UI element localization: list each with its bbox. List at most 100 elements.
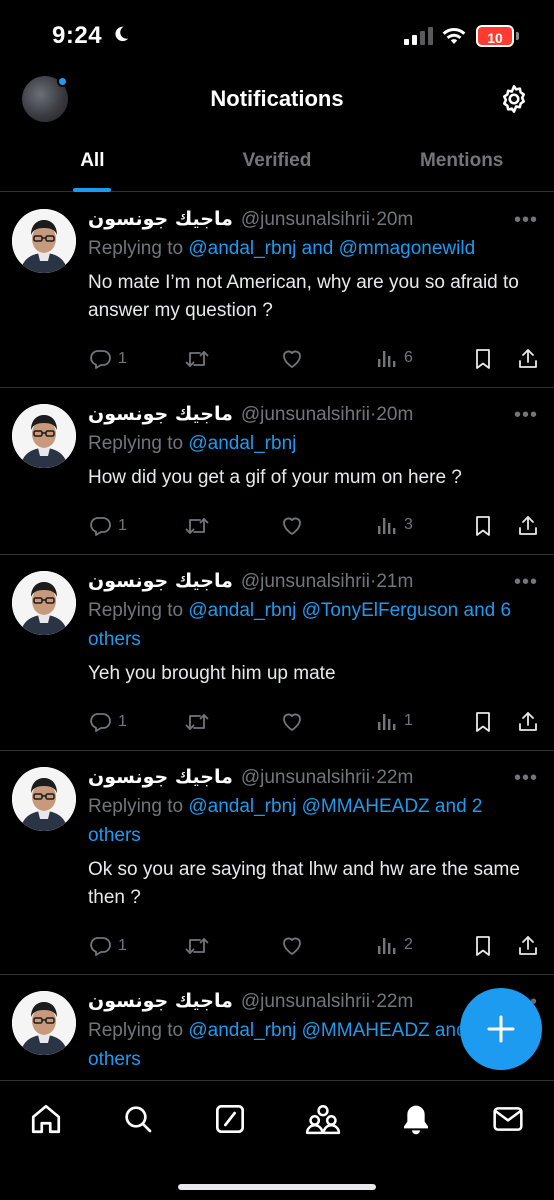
bookmark-button[interactable] xyxy=(472,934,494,958)
retweet-icon xyxy=(185,518,209,534)
nav-communities[interactable] xyxy=(303,1099,343,1139)
share-button[interactable] xyxy=(516,710,540,734)
views-icon xyxy=(378,351,396,367)
timestamp: 22m xyxy=(376,991,414,1012)
tab-verified-label: Verified xyxy=(242,150,312,171)
avatar[interactable] xyxy=(12,404,76,468)
communities-icon xyxy=(305,1105,341,1135)
retweet-icon xyxy=(185,714,209,730)
nav-messages[interactable] xyxy=(488,1099,528,1139)
moon-icon xyxy=(115,26,129,42)
mention-links[interactable]: @andal_rbnj and @mmagonewild xyxy=(188,238,475,259)
like-button[interactable] xyxy=(280,514,310,538)
reply-icon xyxy=(90,517,111,536)
reply-icon xyxy=(90,350,111,369)
retweet-button[interactable] xyxy=(184,710,216,734)
more-options-icon[interactable]: ••• xyxy=(514,404,538,427)
user-handle[interactable]: @junsunalsihrii xyxy=(241,208,370,232)
bookmark-icon xyxy=(476,349,490,369)
display-name[interactable]: ماجيك جونسون xyxy=(88,765,233,789)
status-bar: 9:24 10 xyxy=(0,0,554,72)
more-options-icon[interactable]: ••• xyxy=(514,767,538,790)
reply-count: 1 xyxy=(118,713,127,730)
like-button[interactable] xyxy=(280,934,310,958)
timestamp: 20m xyxy=(376,209,414,230)
battery-indicator: 10 xyxy=(476,25,514,47)
views-button[interactable]: 3 xyxy=(376,514,413,536)
profile-photo xyxy=(12,404,76,468)
retweet-button[interactable] xyxy=(184,514,216,538)
user-handle[interactable]: @junsunalsihrii xyxy=(241,403,370,427)
nav-search[interactable] xyxy=(118,1099,158,1139)
tweet[interactable]: ماجيك جونسون @junsunalsihrii · 20m ••• R… xyxy=(0,193,554,388)
view-count: 6 xyxy=(404,349,413,366)
display-name[interactable]: ماجيك جونسون xyxy=(88,207,233,231)
reply-button[interactable]: 1 xyxy=(88,710,127,734)
bookmark-icon xyxy=(476,516,490,536)
nav-home[interactable] xyxy=(26,1099,66,1139)
notifications-feed[interactable]: ماجيك جونسون @junsunalsihrii · 20m ••• R… xyxy=(0,193,554,1080)
share-button[interactable] xyxy=(516,514,540,538)
retweet-button[interactable] xyxy=(184,934,216,958)
user-handle[interactable]: @junsunalsihrii xyxy=(241,570,370,594)
bookmark-button[interactable] xyxy=(472,514,494,538)
tab-mentions-label: Mentions xyxy=(419,150,504,171)
home-icon xyxy=(31,1104,61,1134)
tab-all[interactable]: All xyxy=(0,146,185,192)
share-icon xyxy=(519,349,537,368)
view-count: 2 xyxy=(404,936,413,953)
tab-verified[interactable]: Verified xyxy=(185,146,370,192)
display-name[interactable]: ماجيك جونسون xyxy=(88,569,233,593)
display-name[interactable]: ماجيك جونسون xyxy=(88,989,233,1013)
avatar[interactable] xyxy=(12,991,76,1055)
retweet-button[interactable] xyxy=(184,347,216,371)
battery-level: 10 xyxy=(487,30,503,46)
views-button[interactable]: 6 xyxy=(376,347,413,369)
share-button[interactable] xyxy=(516,934,540,958)
nav-grok[interactable] xyxy=(210,1099,250,1139)
reply-icon xyxy=(90,713,111,732)
tab-mentions[interactable]: Mentions xyxy=(369,146,554,192)
mention-links[interactable]: @andal_rbnj xyxy=(188,433,296,454)
tweet[interactable]: ماجيك جونسون @junsunalsihrii · 21m ••• R… xyxy=(0,555,554,751)
reply-button[interactable]: 1 xyxy=(88,934,127,958)
signal-icon xyxy=(404,27,433,45)
more-options-icon[interactable]: ••• xyxy=(514,209,538,232)
avatar[interactable] xyxy=(12,571,76,635)
display-name[interactable]: ماجيك جونسون xyxy=(88,402,233,426)
user-handle[interactable]: @junsunalsihrii xyxy=(241,766,370,790)
share-icon xyxy=(519,936,537,955)
views-button[interactable]: 1 xyxy=(376,710,413,732)
bookmark-icon xyxy=(476,712,490,732)
avatar[interactable] xyxy=(12,209,76,273)
reply-button[interactable]: 1 xyxy=(88,347,127,371)
home-indicator xyxy=(178,1184,376,1190)
timestamp: 21m xyxy=(376,571,414,592)
replying-to: Replying to @andal_rbnj @MMAHEADZ and 2 … xyxy=(88,792,538,850)
share-button[interactable] xyxy=(516,347,540,371)
replying-prefix: Replying to xyxy=(88,796,189,817)
nav-notifications[interactable] xyxy=(396,1099,436,1139)
avatar[interactable] xyxy=(12,767,76,831)
reply-icon xyxy=(90,937,111,956)
gear-icon[interactable] xyxy=(498,83,530,115)
tweet[interactable]: ماجيك جونسون @junsunalsihrii · 22m ••• R… xyxy=(0,751,554,975)
views-button[interactable]: 2 xyxy=(376,934,413,956)
bookmark-button[interactable] xyxy=(472,347,494,371)
like-icon xyxy=(283,350,301,368)
bookmark-button[interactable] xyxy=(472,710,494,734)
tweet-actions: 1 2 xyxy=(88,918,538,974)
tweet-meta: ماجيك جونسون @junsunalsihrii · 20m xyxy=(88,207,538,232)
timestamp: 22m xyxy=(376,767,414,788)
replying-to: Replying to @andal_rbnj xyxy=(88,429,538,458)
like-icon xyxy=(283,517,301,535)
like-button[interactable] xyxy=(280,347,310,371)
replying-prefix: Replying to xyxy=(88,238,189,259)
tweet[interactable]: ماجيك جونسون @junsunalsihrii · 20m ••• R… xyxy=(0,388,554,555)
more-options-icon[interactable]: ••• xyxy=(514,571,538,594)
reply-button[interactable]: 1 xyxy=(88,514,127,538)
like-button[interactable] xyxy=(280,710,310,734)
compose-button[interactable] xyxy=(460,988,542,1070)
notification-tabs: All Verified Mentions xyxy=(0,146,554,192)
user-handle[interactable]: @junsunalsihrii xyxy=(241,990,370,1014)
